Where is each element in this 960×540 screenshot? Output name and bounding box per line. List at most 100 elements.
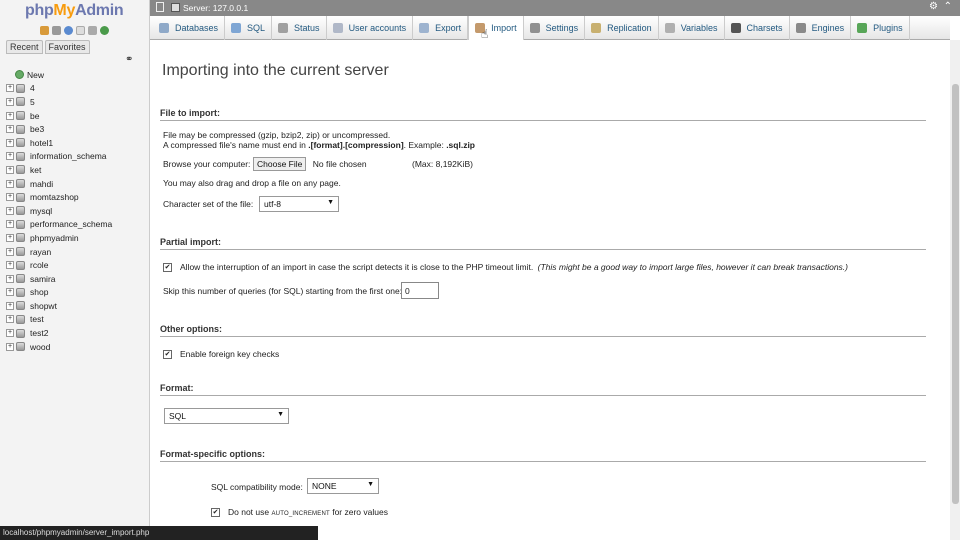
expand-icon[interactable]: + <box>6 84 14 93</box>
tab-favorites[interactable]: Favorites <box>44 40 90 54</box>
tab-charsets[interactable]: Charsets <box>725 16 790 40</box>
mouse-cursor-icon: ☝ <box>481 27 489 41</box>
tab-export[interactable]: Export <box>413 16 469 40</box>
tree-item-db[interactable]: + shop <box>6 286 112 300</box>
allow-interrupt-checkbox[interactable]: ✔ <box>163 263 172 273</box>
tree-item-db[interactable]: + hotel1 <box>6 136 112 150</box>
filename-note: A compressed file's name must end in .[f… <box>163 140 475 150</box>
tree-item-db[interactable]: + mahdi <box>6 177 112 191</box>
tab-sql[interactable]: SQL <box>225 16 273 40</box>
tree-item-db[interactable]: + mysql <box>6 204 112 218</box>
expand-icon[interactable]: + <box>6 206 14 215</box>
section-heading: File to import: <box>160 108 926 121</box>
collapse-icon[interactable]: ⌃ <box>944 1 952 12</box>
tree-item-db[interactable]: + rayan <box>6 245 112 259</box>
tab-variables[interactable]: Variables <box>659 16 725 40</box>
tree-item-db[interactable]: + phpmyadmin <box>6 231 112 245</box>
reload-icon[interactable] <box>100 26 109 35</box>
section-heading: Partial import: <box>160 237 926 250</box>
expand-icon[interactable]: + <box>6 165 14 174</box>
tree-item-db[interactable]: + performance_schema <box>6 218 112 232</box>
tab-label: Plugins <box>873 23 903 33</box>
tree-item-db[interactable]: + momtazshop <box>6 190 112 204</box>
database-icon <box>16 342 25 352</box>
tab-databases[interactable]: Databases <box>153 16 226 40</box>
tree-item-label: information_schema <box>30 151 107 162</box>
tree-item-db[interactable]: + shopwt <box>6 299 112 313</box>
format-select[interactable]: SQL ▼ <box>164 408 289 424</box>
expand-icon[interactable]: + <box>6 233 14 242</box>
scrollbar[interactable] <box>950 40 960 540</box>
tree-item-db[interactable]: + information_schema <box>6 150 112 164</box>
expand-icon[interactable]: + <box>6 111 14 120</box>
no-file-chosen-text: No file chosen <box>312 159 367 169</box>
tab-engines[interactable]: Engines <box>790 16 852 40</box>
expand-icon[interactable]: + <box>6 261 14 270</box>
sql-compat-select[interactable]: NONE ▼ <box>307 478 379 494</box>
tree-item-new[interactable]: New <box>6 68 112 82</box>
tree-item-db[interactable]: + be3 <box>6 122 112 136</box>
file-to-import-section: File to import: <box>160 108 926 121</box>
tree-item-db[interactable]: +5 <box>6 95 112 109</box>
expand-icon[interactable]: + <box>6 125 14 134</box>
database-icon <box>16 138 25 148</box>
expand-icon[interactable]: + <box>6 179 14 188</box>
tab-import[interactable]: Import <box>468 16 524 40</box>
expand-icon[interactable]: + <box>6 220 14 229</box>
expand-icon[interactable]: + <box>6 301 14 310</box>
no-auto-increment-checkbox[interactable]: ✔ <box>211 508 220 518</box>
choose-file-button[interactable]: Choose File <box>253 157 307 171</box>
expand-icon[interactable]: + <box>6 329 14 338</box>
expand-icon[interactable]: + <box>6 342 14 351</box>
expand-icon[interactable]: + <box>6 247 14 256</box>
charset-select[interactable]: utf-8 ▼ <box>259 196 339 212</box>
tab-label: Variables <box>680 23 718 33</box>
docs-icon[interactable] <box>76 26 85 35</box>
gear-icon[interactable]: ⚙ <box>929 1 938 12</box>
tree-item-db[interactable]: + wood <box>6 340 112 354</box>
foreign-key-checkbox[interactable]: ✔ <box>163 350 172 360</box>
skip-queries-input[interactable]: 0 <box>401 282 439 299</box>
scrollbar-thumb[interactable] <box>952 84 959 504</box>
expand-icon[interactable]: + <box>6 274 14 283</box>
tree-item-label: shop <box>30 287 49 298</box>
link-with-main-icon[interactable]: ⚭ <box>125 54 133 65</box>
tab-user-accounts[interactable]: User accounts <box>327 16 414 40</box>
tree-item-db[interactable]: + be <box>6 109 112 123</box>
top-menu: Databases SQL Status User accounts Export Imp… <box>150 16 950 40</box>
tree-item-db[interactable]: +4 <box>6 82 112 96</box>
expand-icon[interactable]: + <box>6 152 14 161</box>
tree-item-label: samira <box>30 273 56 284</box>
database-tree: New +4 +5 + be + be3 + hotel1 + information_schem… <box>6 68 112 353</box>
database-icon <box>16 233 25 243</box>
new-database-icon <box>15 70 24 80</box>
tab-replication[interactable]: Replication <box>585 16 659 40</box>
tab-plugins[interactable]: Plugins <box>851 16 910 40</box>
tree-item-db[interactable]: + ket <box>6 163 112 177</box>
expand-icon[interactable]: + <box>6 288 14 297</box>
tree-item-label: be3 <box>30 124 45 135</box>
help-icon[interactable] <box>64 26 73 35</box>
expand-icon[interactable]: + <box>6 193 14 202</box>
expand-icon[interactable]: + <box>6 138 14 147</box>
phpmyadmin-logo[interactable]: phpMyAdmin <box>25 2 124 20</box>
tab-label: Export <box>435 23 462 33</box>
tree-item-db[interactable]: + rcole <box>6 258 112 272</box>
tab-status[interactable]: Status <box>272 16 327 40</box>
expand-icon[interactable]: + <box>6 97 14 106</box>
tree-item-db[interactable]: + test2 <box>6 326 112 340</box>
tab-settings[interactable]: Settings <box>524 16 586 40</box>
tree-item-db[interactable]: + test <box>6 313 112 327</box>
logout-icon[interactable] <box>52 26 61 35</box>
tab-recent[interactable]: Recent <box>6 40 43 54</box>
nav-settings-icon[interactable] <box>88 26 97 35</box>
max-size-note: (Max: 8,192KiB) <box>412 159 473 169</box>
expand-icon[interactable]: + <box>6 315 14 324</box>
no-auto-increment-option: ✔ Do not use AUTO_INCREMENT for zero valu… <box>211 507 388 518</box>
tree-item-db[interactable]: + samira <box>6 272 112 286</box>
charset-label: Character set of the file: <box>163 199 254 209</box>
chevron-down-icon: ▼ <box>277 411 284 418</box>
tree-item-label: hotel1 <box>30 137 54 148</box>
home-icon[interactable] <box>40 26 49 35</box>
server-label[interactable]: Server: 127.0.0.1 <box>183 3 248 13</box>
